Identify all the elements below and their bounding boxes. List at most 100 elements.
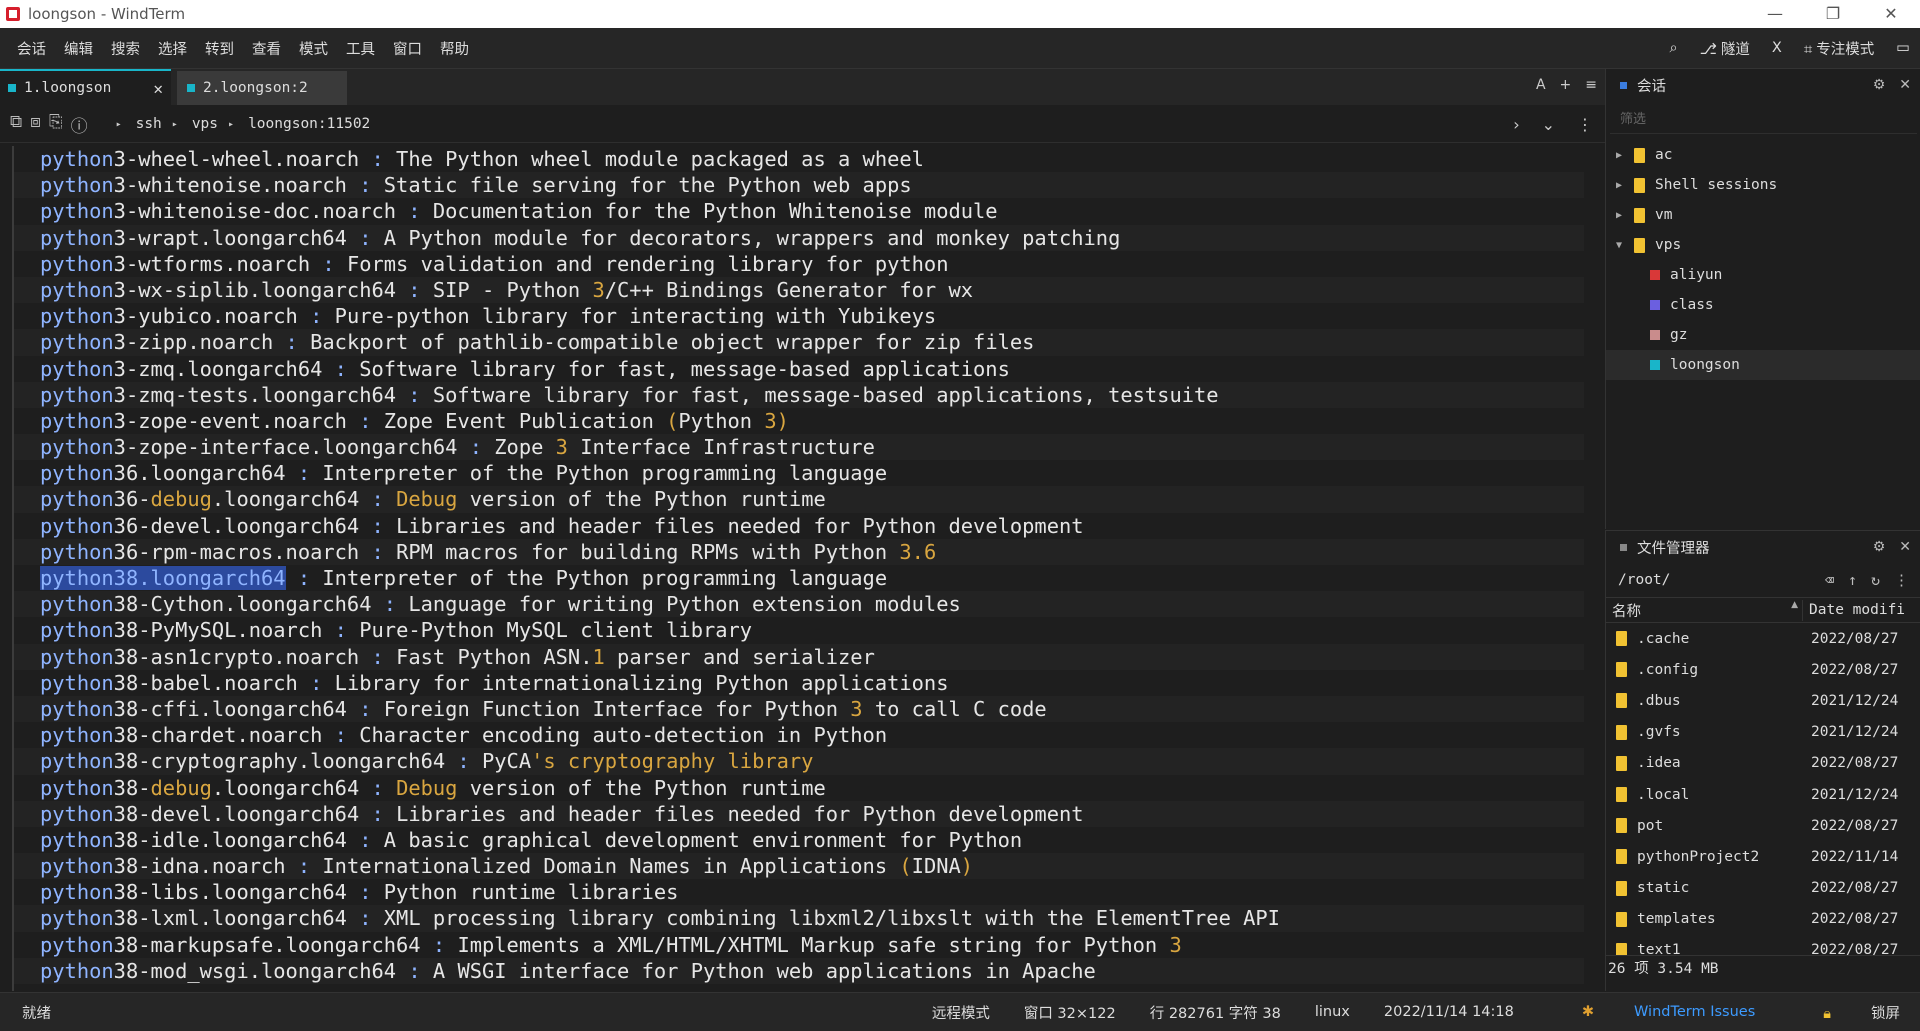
collapsed-arrow-icon[interactable]: ▶ [1614,150,1624,161]
menu-item[interactable]: 选择 [149,38,196,59]
session-tree-item[interactable]: ▼ vps [1606,230,1920,260]
chevron-right-icon[interactable]: › [1513,115,1519,134]
menu-item[interactable]: 转到 [196,38,243,59]
restore-button[interactable]: ❐ [1804,0,1862,28]
name-column-header[interactable]: 名称 ▲ [1606,599,1803,621]
menu-item[interactable]: 帮助 [431,38,478,59]
close-button[interactable]: ✕ [1862,0,1920,28]
separator: : [297,304,335,329]
duplicate-session-icon[interactable]: ⧈ [30,112,41,137]
new-session-icon[interactable]: ⧉ [10,112,22,137]
terminal-line: python3-whitenoise-doc.noarch : Document… [14,198,1584,224]
menu-item[interactable]: 编辑 [55,38,102,59]
package-prefix: python [40,382,114,407]
package-version: 3 [113,382,126,407]
session-tree-item[interactable]: loongson [1606,350,1920,380]
menu-item[interactable]: 搜索 [102,38,149,59]
close-icon[interactable]: ✕ [1899,77,1911,93]
tab-loongson-2[interactable]: 2.loongson:2 [177,71,347,105]
package-version: 36 [113,539,139,564]
focus-mode-button[interactable]: ⌗ 专注模式 [1804,38,1874,59]
package-version: 3 [113,147,126,171]
breadcrumb-item[interactable]: ssh [136,116,162,132]
copy-session-icon[interactable]: ⎘ [49,112,63,137]
menu-item[interactable]: 查看 [243,38,290,59]
search-icon[interactable]: ⌕ [1669,40,1677,56]
breadcrumb-item[interactable]: loongson:11502 [248,116,370,132]
breadcrumb: ▸ ssh ▸ vps ▸ loongson:11502 [106,116,371,132]
terminal-line: python3-zmq-tests.loongarch64 : Software… [14,381,1584,408]
minimize-button[interactable]: — [1746,0,1804,28]
issues-link[interactable]: ✱ WindTerm Issues [1548,1004,1755,1020]
file-row[interactable]: .cache 2022/08/27 [1606,623,1920,654]
package-prefix: python [40,592,114,617]
font-size-button[interactable]: A [1536,77,1546,93]
status-bar: 就绪 远程模式 窗口 32×122 行 282761 字符 38 linux 2… [0,992,1920,1031]
session-tree-label: class [1670,297,1714,313]
refresh-icon[interactable]: ↻ [1871,571,1880,589]
file-row[interactable]: pythonProject2 2022/11/14 [1606,841,1920,872]
more-icon[interactable]: ⋮ [1894,571,1909,589]
file-row[interactable]: .local 2021/12/24 [1606,779,1920,810]
path-input[interactable]: /root/ [1618,572,1670,588]
package-version: 3 [113,304,126,329]
x-button[interactable]: X [1772,40,1782,56]
file-row[interactable]: .gvfs 2021/12/24 [1606,717,1920,748]
tab-controls: A + ≡ [1536,77,1597,93]
file-row[interactable]: text1 2022/08/27 [1606,935,1920,955]
file-name: .idea [1637,755,1681,772]
breadcrumb-item[interactable]: vps [192,116,218,132]
settings-icon[interactable]: ⚙ [1873,539,1886,555]
package-description: Static file serving for the Python web a… [383,173,912,198]
tunnel-button[interactable]: ⎇ 隧道 [1700,38,1750,59]
session-tree-item[interactable]: ▶ vm [1606,200,1920,230]
close-tab-icon[interactable]: ✕ [153,79,163,98]
session-tree-item[interactable]: gz [1606,320,1920,350]
window-controls: — ❐ ✕ [1746,0,1920,28]
file-row[interactable]: templates 2022/08/27 [1606,904,1920,935]
sessions-title: 会话 [1637,78,1666,95]
info-icon[interactable]: ⓘ [71,112,88,137]
session-filter-input[interactable]: 筛选 [1610,101,1917,134]
session-tree-item[interactable]: aliyun [1606,260,1920,290]
layout-icon[interactable]: ▭ [1896,40,1910,56]
settings-icon[interactable]: ⚙ [1873,77,1886,93]
chevron-down-icon[interactable]: ⌄ [1542,115,1555,134]
package-description: Debug version of the Python runtime [396,775,826,800]
clear-path-icon[interactable]: ⌫ [1825,571,1834,589]
more-icon[interactable]: ⋮ [1577,115,1593,134]
tab-menu-button[interactable]: ≡ [1585,77,1597,93]
menu-item[interactable]: 会话 [8,38,55,59]
package-description: XML processing library combining libxml2… [383,906,1280,931]
session-tree-label: vps [1655,237,1682,253]
separator: : [297,670,335,695]
lock-screen-button[interactable]: 🔒︎ 锁屏 [1789,1002,1900,1023]
menu-item[interactable]: 模式 [290,38,337,59]
up-directory-icon[interactable]: ↑ [1848,571,1857,589]
file-row[interactable]: .dbus 2021/12/24 [1606,685,1920,716]
session-tree-item[interactable]: ▶ ac [1606,140,1920,170]
file-row[interactable]: static 2022/08/27 [1606,873,1920,904]
remote-mode-status[interactable]: 远程模式 [932,1002,990,1023]
package-description: Fast Python ASN.1 parser and serializer [396,644,875,669]
separator: : [359,775,397,800]
close-icon[interactable]: ✕ [1899,539,1911,555]
session-tree-label: aliyun [1670,267,1723,283]
terminal-output[interactable]: python3-wheel-wheel.noarch : The Python … [14,146,1584,991]
expanded-arrow-icon[interactable]: ▼ [1614,240,1624,251]
tab-loongson-1[interactable]: 1.loongson ✕ [0,69,171,105]
separator: : [359,513,397,538]
terminal-scrollbar[interactable] [1584,146,1604,991]
menu-item[interactable]: 窗口 [384,38,431,59]
collapsed-arrow-icon[interactable]: ▶ [1614,180,1624,191]
new-tab-button[interactable]: + [1560,77,1572,93]
file-row[interactable]: .idea 2022/08/27 [1606,748,1920,779]
session-tree-item[interactable]: class [1606,290,1920,320]
menu-item[interactable]: 工具 [337,38,384,59]
session-tree-item[interactable]: ▶ Shell sessions [1606,170,1920,200]
file-row[interactable]: .config 2022/08/27 [1606,654,1920,685]
lock-icon: 🔒︎ [1823,1005,1831,1022]
date-column-header[interactable]: Date modifi [1803,602,1905,618]
collapsed-arrow-icon[interactable]: ▶ [1614,210,1624,221]
file-row[interactable]: pot 2022/08/27 [1606,810,1920,841]
